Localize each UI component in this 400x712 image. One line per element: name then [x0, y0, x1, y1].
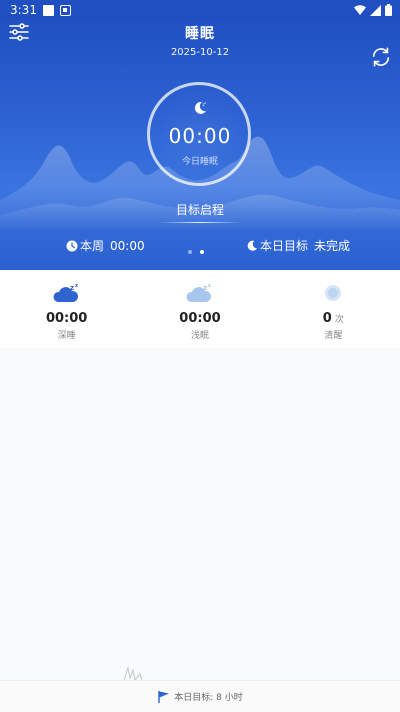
deep-sleep-icon: z z [53, 283, 78, 302]
light-sleep-value: 00:00 [179, 311, 220, 326]
daily-goal-status: 本日目标 未完成 [247, 237, 350, 254]
system-status-bar: 3:31 [0, 0, 400, 20]
flag-icon [158, 690, 170, 703]
sleep-chart-area [0, 348, 400, 680]
clock-icon [66, 240, 78, 251]
awake-count: 0 [322, 311, 332, 326]
daily-goal-footer-text: 本日目标: 8 小时 [174, 693, 243, 703]
deep-sleep-value: 00:00 [46, 311, 87, 326]
weekly-time: 00:00 [110, 238, 145, 253]
daily-goal-label: 本日目标 [259, 239, 308, 253]
svg-text:z: z [205, 101, 207, 105]
sync-icon[interactable] [370, 46, 392, 68]
light-sleep-label: 浅眠 [190, 331, 209, 341]
awake-icon [325, 285, 342, 301]
date-label[interactable]: 2025-10-12 [0, 47, 400, 58]
app-notification-icon [59, 4, 71, 16]
stat-light-sleep[interactable]: z z 00:00 浅眠 [133, 270, 266, 348]
wifi-icon [354, 4, 366, 15]
weekly-sleep-stat: 本周 00:00 [66, 237, 145, 254]
moon-icon: z z [194, 101, 207, 114]
awake-label: 清醒 [324, 331, 343, 341]
svg-text:z: z [75, 283, 78, 289]
weekly-label: 本周 [80, 239, 105, 253]
stat-deep-sleep[interactable]: z z 00:00 深睡 [0, 270, 133, 348]
deep-sleep-time: 00:00 [45, 311, 88, 326]
sleep-chart-marks [123, 666, 143, 680]
daily-goal-footer: 本日目标: 8 小时 [0, 680, 400, 712]
awake-value: 0次 [323, 311, 344, 326]
svg-text:z: z [208, 283, 211, 289]
battery-icon [385, 4, 392, 16]
notification-icon [42, 4, 54, 16]
light-sleep-time: 00:00 [179, 311, 221, 326]
page-dot-2[interactable] [200, 250, 204, 254]
status-time: 3:31 [10, 3, 37, 17]
signal-icon [370, 4, 381, 16]
sleep-hero-panel: 睡眠 2025-10-12 z z 00:00 今日睡眠 目标启程 本周 00:… [0, 0, 400, 270]
goal-start-button[interactable]: 目标启程 [150, 201, 250, 218]
stat-awake[interactable]: 0次 清醒 [267, 270, 400, 348]
today-sleep-label: 今日睡眠 [181, 157, 218, 167]
deep-sleep-label: 深睡 [57, 331, 76, 341]
svg-text:z: z [70, 284, 74, 292]
crescent-moon-icon [247, 240, 258, 251]
goal-underline-divider [160, 222, 240, 223]
daily-goal-state: 未完成 [313, 239, 350, 253]
light-sleep-icon: z z [186, 283, 212, 302]
page-dot-1[interactable] [188, 250, 192, 254]
today-sleep-time: 00:00 [168, 124, 232, 148]
sleep-stats-row: z z 00:00 深睡 z z 00:00 浅眠 0次 清醒 [0, 270, 400, 348]
svg-text:z: z [203, 284, 207, 292]
page-title: 睡眠 [185, 26, 215, 42]
awake-unit: 次 [334, 315, 344, 325]
page-indicator [188, 250, 204, 254]
